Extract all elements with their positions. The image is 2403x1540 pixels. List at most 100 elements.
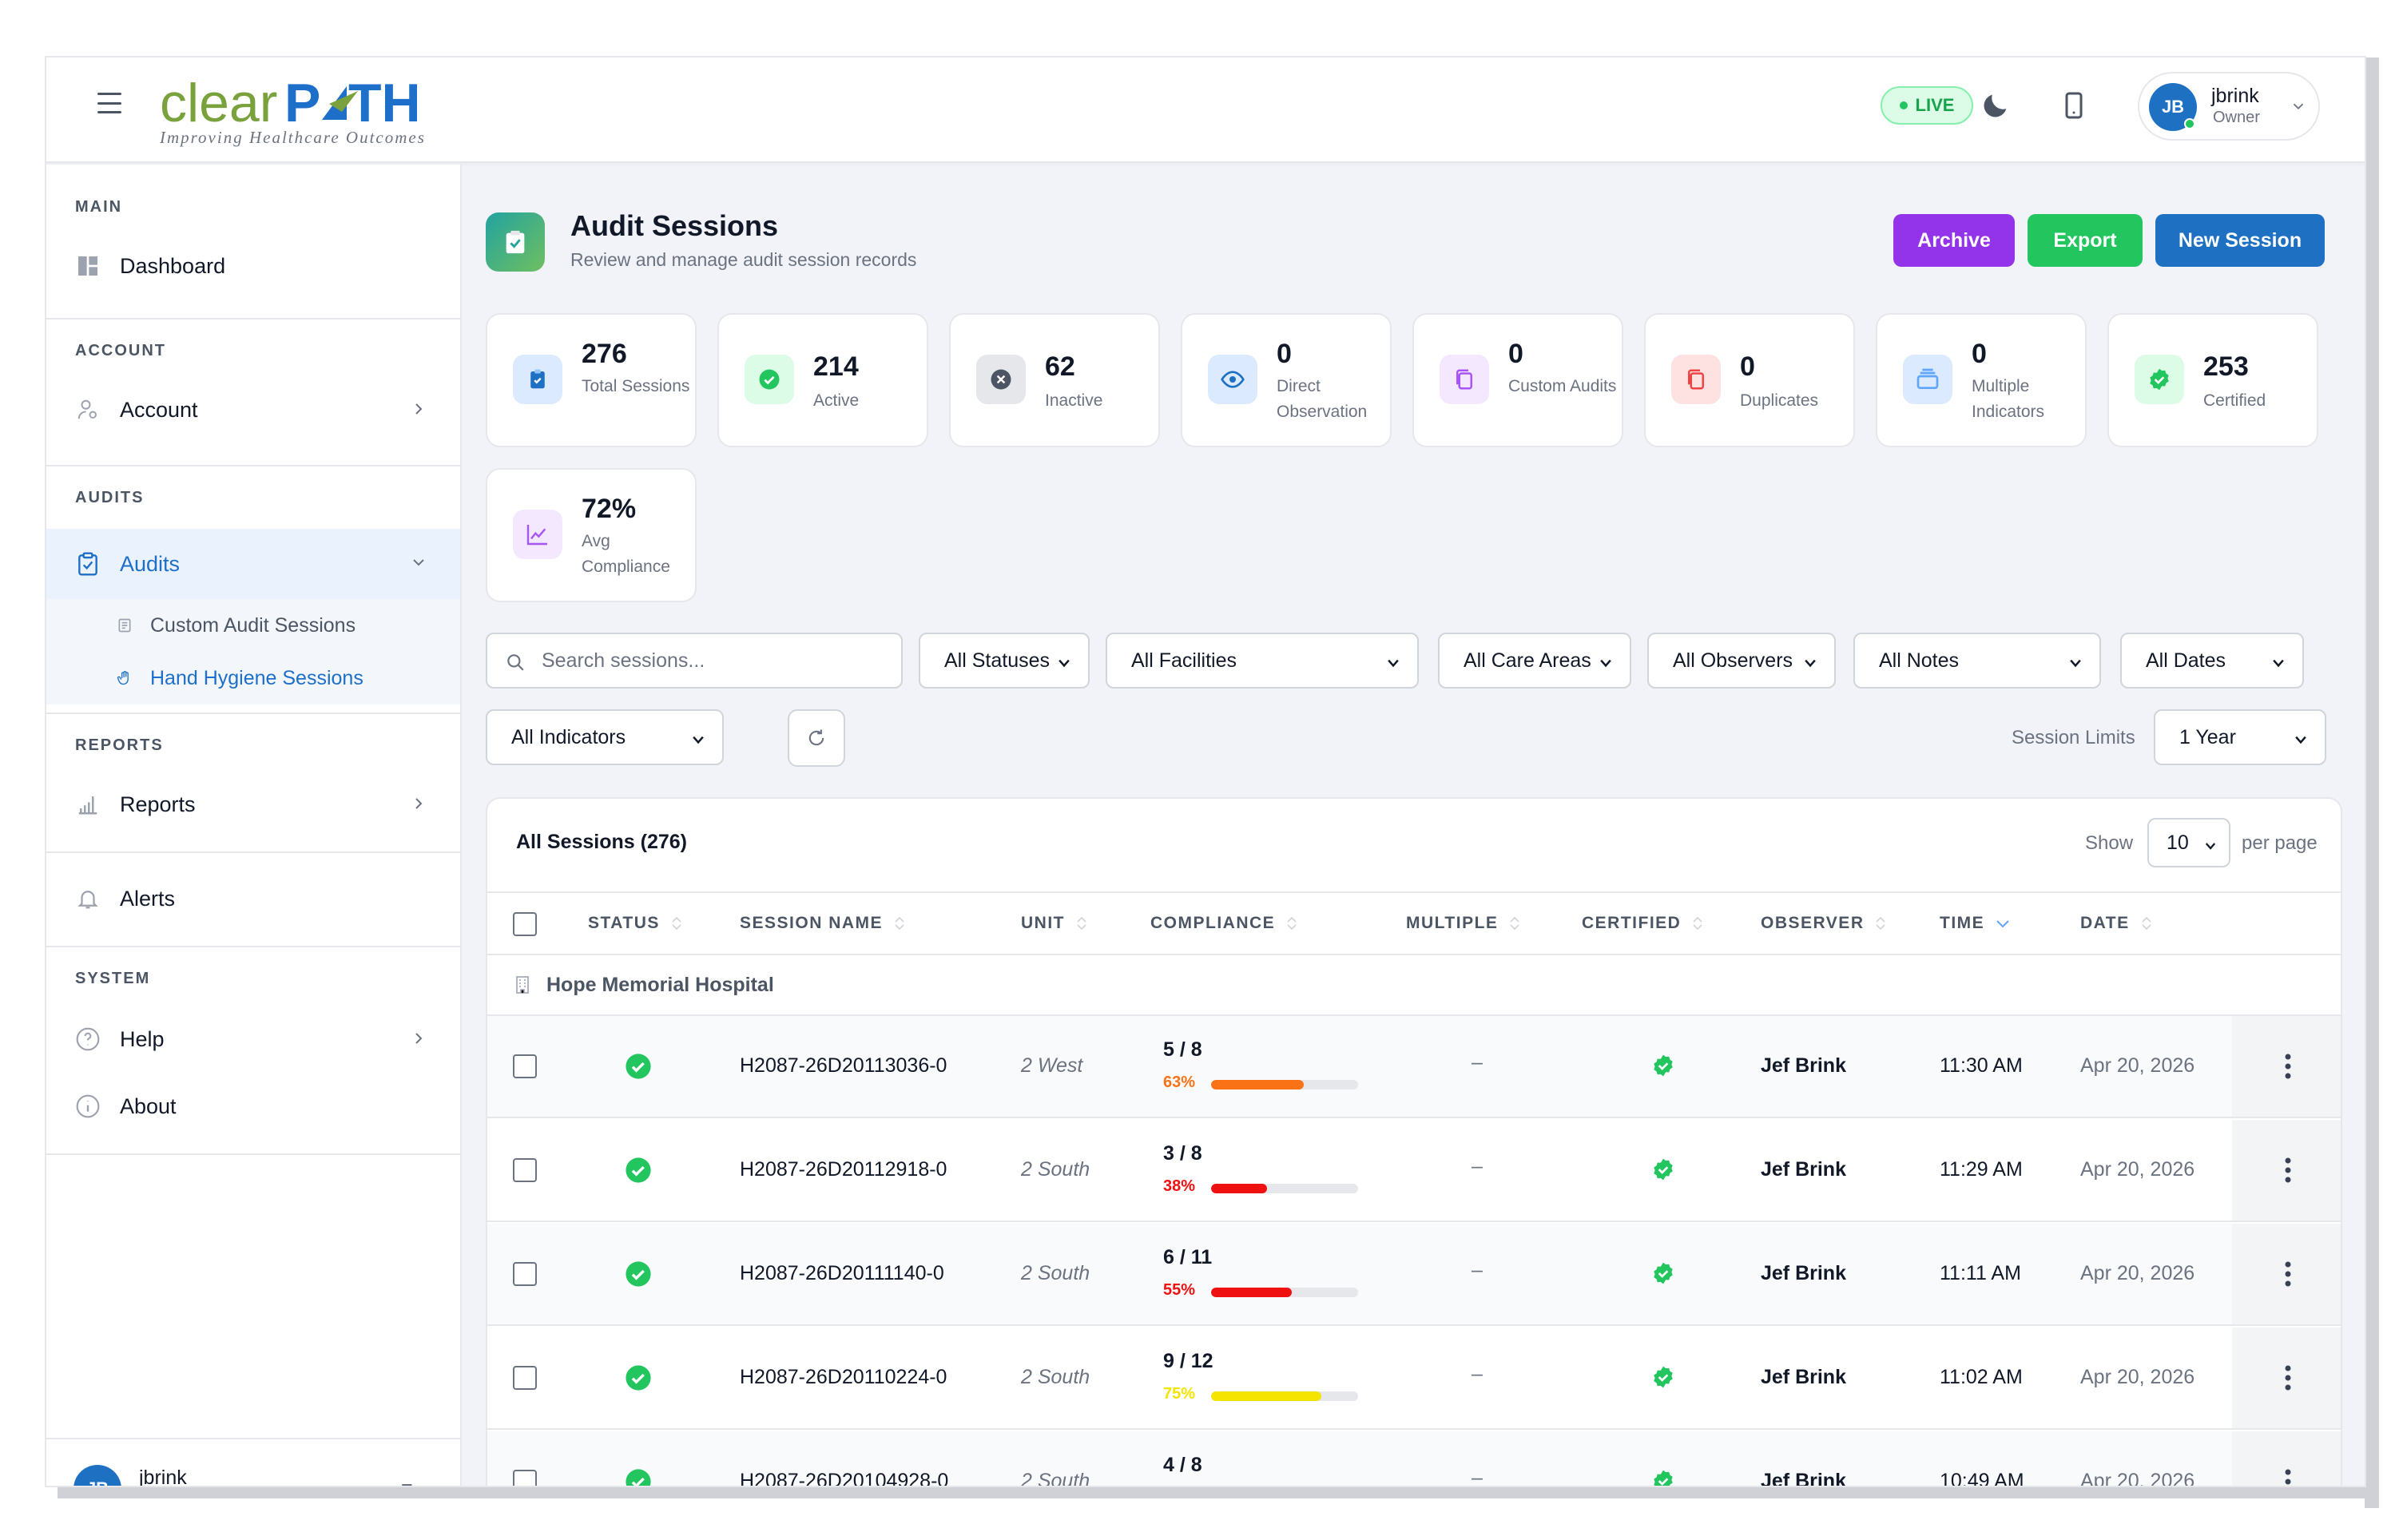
moon-icon (1984, 94, 2007, 117)
session-name[interactable]: H2087-26D20104928-0 (740, 1470, 948, 1486)
menu-toggle-icon[interactable] (97, 93, 121, 113)
column-header-unit[interactable]: UNIT (1021, 914, 1087, 933)
row-checkbox[interactable] (513, 1366, 537, 1390)
sidebar-item-account[interactable]: Account (46, 382, 460, 438)
row-actions-button[interactable] (2232, 1224, 2341, 1324)
session-name[interactable]: H2087-26D20110224-0 (740, 1366, 947, 1389)
column-header-time[interactable]: TIME (1940, 914, 2010, 933)
table-row[interactable]: H2087-26D20111140-0 2 South 6 / 11 55% – Jef … (487, 1224, 2341, 1326)
compliance-bar-fill (1211, 1184, 1267, 1193)
session-name[interactable]: H2087-26D20112918-0 (740, 1158, 947, 1181)
app-window: clear P TH Improving Healthcare Outcomes… (46, 58, 2365, 1486)
row-checkbox[interactable] (513, 1158, 537, 1182)
stat-value: 214 (813, 351, 859, 382)
table-row[interactable]: H2087-26D20112918-0 2 South 3 / 8 38% – Jef B… (487, 1120, 2341, 1222)
stat-card-avg-compliance[interactable]: 72% Avg Compliance (486, 468, 697, 602)
column-header-certified[interactable]: CERTIFIED (1582, 914, 1703, 933)
stat-label: Inactive (1045, 391, 1103, 410)
mobile-view-toggle[interactable] (2055, 86, 2093, 125)
per-page-select[interactable]: 10 (2147, 818, 2230, 867)
sidebar-subitem-custom-audit-sessions[interactable]: Custom Audit Sessions (46, 599, 460, 652)
date-filter-select[interactable]: All Dates (2120, 633, 2304, 689)
row-checkbox[interactable] (513, 1470, 537, 1486)
new-session-button[interactable]: New Session (2155, 214, 2325, 267)
table-row[interactable]: H2087-26D20104928-0 2 South 4 / 850% – Jef B… (487, 1431, 2341, 1486)
observer-name: Jef Brink (1761, 1366, 1846, 1388)
status-filter-select[interactable]: All Statuses (919, 633, 1090, 689)
table-row[interactable]: H2087-26D20113036-0 2 West 5 / 8 63% – Jef Br… (487, 1016, 2341, 1118)
refresh-button[interactable] (788, 709, 845, 767)
search-placeholder: Search sessions... (542, 649, 705, 672)
user-menu-button[interactable]: JB jbrink Owner (2138, 72, 2320, 141)
certified-badge-icon (1654, 1054, 1673, 1077)
dark-mode-toggle[interactable] (1976, 86, 2015, 125)
chevron-down-icon (2070, 659, 2081, 668)
table-row[interactable]: H2087-26D20110224-0 2 South 9 / 12 75% – Jef … (487, 1328, 2341, 1430)
sidebar-item-audits[interactable]: Audits (46, 529, 460, 599)
notes-filter-select[interactable]: All Notes (1853, 633, 2101, 689)
avatar-initials: JB (86, 1478, 109, 1486)
multiple-value: – (1472, 1363, 1483, 1385)
stat-value: 72% (582, 494, 637, 524)
column-header-multiple[interactable]: MULTIPLE (1406, 914, 1520, 933)
export-button[interactable]: Export (2028, 214, 2143, 267)
row-checkbox[interactable] (513, 1262, 537, 1286)
column-header-compliance[interactable]: COMPLIANCE (1150, 914, 1297, 933)
column-header-status[interactable]: STATUS (588, 914, 682, 933)
hand-icon (117, 670, 133, 686)
stat-card-multiple-indicators[interactable]: 0 Multiple Indicators (1876, 313, 2087, 447)
archive-button[interactable]: Archive (1893, 214, 2015, 267)
stat-card-total-sessions[interactable]: 276 Total Sessions (486, 313, 697, 447)
session-date: Apr 20, 2026 (2080, 1366, 2195, 1388)
stat-label: Active (813, 391, 860, 410)
user-name: jbrink (139, 1467, 187, 1486)
sidebar-user: JB jbrink Owner (46, 1438, 460, 1486)
stat-card-custom-audits[interactable]: 0 Custom Audits (1412, 313, 1623, 447)
section-title-system: SYSTEM (75, 970, 151, 987)
search-icon (507, 654, 524, 671)
select-all-checkbox[interactable] (513, 912, 537, 936)
row-checkbox[interactable] (513, 1054, 537, 1078)
active-status-icon (626, 1365, 651, 1391)
session-name[interactable]: H2087-26D20111140-0 (740, 1262, 944, 1285)
observer-filter-select[interactable]: All Observers (1647, 633, 1836, 689)
row-actions-button[interactable] (2232, 1328, 2341, 1428)
compliance-fraction: 5 / 8 (1163, 1038, 1202, 1061)
stat-label: Custom Audits (1508, 377, 1617, 395)
compliance-fraction: 6 / 11 (1163, 1246, 1213, 1268)
stat-card-inactive[interactable]: 62 Inactive (949, 313, 1160, 447)
session-name[interactable]: H2087-26D20113036-0 (740, 1054, 947, 1078)
column-header-date[interactable]: DATE (2080, 914, 2152, 933)
clipboard-icon (513, 355, 562, 404)
facility-filter-select[interactable]: All Facilities (1106, 633, 1419, 689)
column-header-observer[interactable]: OBSERVER (1761, 914, 1886, 933)
stat-card-certified[interactable]: 253 Certified (2107, 313, 2318, 447)
row-actions-button[interactable] (2232, 1016, 2341, 1117)
column-header-session-name[interactable]: SESSION NAME (740, 914, 905, 933)
stat-value: 62 (1045, 351, 1075, 382)
sidebar-item-dashboard[interactable]: Dashboard (46, 238, 460, 294)
stat-card-duplicates[interactable]: 0 Duplicates (1644, 313, 1855, 447)
chevron-down-icon (2293, 103, 2304, 110)
indicator-filter-select[interactable]: All Indicators (486, 709, 724, 765)
session-date: Apr 20, 2026 (2080, 1470, 2195, 1486)
duplicate-icon (1671, 355, 1721, 404)
row-actions-button[interactable] (2232, 1431, 2341, 1486)
select-value: 1 Year (2179, 725, 2236, 748)
section-title-reports: REPORTS (75, 736, 164, 754)
logout-icon[interactable] (398, 1481, 422, 1486)
stat-card-direct-observation[interactable]: 0 Direct Observation (1181, 313, 1392, 447)
row-actions-button[interactable] (2232, 1120, 2341, 1220)
care-area-filter-select[interactable]: All Care Areas (1438, 633, 1631, 689)
sidebar-item-help[interactable]: Help (46, 1011, 460, 1067)
divider (46, 946, 460, 947)
sidebar-item-about[interactable]: About (46, 1078, 460, 1134)
sidebar-item-alerts[interactable]: Alerts (46, 871, 460, 927)
sidebar-subitem-hand-hygiene-sessions[interactable]: Hand Hygiene Sessions (46, 652, 460, 705)
search-input[interactable]: Search sessions... (486, 633, 903, 689)
user-role: Owner (2213, 109, 2260, 126)
session-limits-select[interactable]: 1 Year (2154, 709, 2326, 765)
stat-card-active[interactable]: 214 Active (717, 313, 928, 447)
section-title-audits: AUDITS (75, 489, 145, 506)
sidebar-item-reports[interactable]: Reports (46, 776, 460, 832)
